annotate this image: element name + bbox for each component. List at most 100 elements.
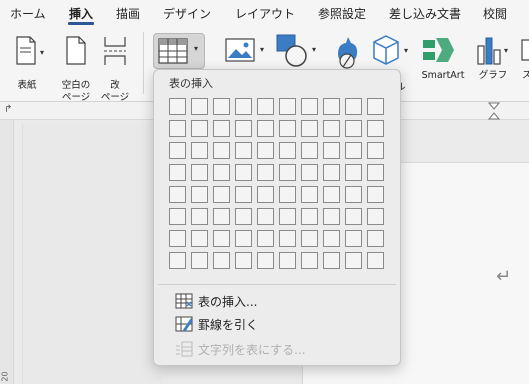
table-grid-cell[interactable] — [345, 186, 362, 203]
table-grid-cell[interactable] — [213, 252, 230, 269]
table-grid-cell[interactable] — [213, 98, 230, 115]
table-grid-cell[interactable] — [345, 164, 362, 181]
table-grid-cell[interactable] — [323, 164, 340, 181]
table-grid-cell[interactable] — [279, 208, 296, 225]
table-grid-cell[interactable] — [279, 164, 296, 181]
table-grid-cell[interactable] — [235, 164, 252, 181]
tab-insert[interactable]: 挿入 — [69, 5, 93, 22]
table-grid-cell[interactable] — [235, 230, 252, 247]
cover-page-button[interactable]: ▾ 表紙 — [10, 36, 46, 94]
table-grid-cell[interactable] — [367, 98, 384, 115]
table-size-grid[interactable] — [169, 98, 384, 269]
table-grid-cell[interactable] — [169, 120, 186, 137]
table-grid-cell[interactable] — [323, 186, 340, 203]
table-grid-cell[interactable] — [367, 252, 384, 269]
tab-home[interactable]: ホーム — [10, 5, 46, 22]
table-grid-cell[interactable] — [367, 142, 384, 159]
table-grid-cell[interactable] — [169, 98, 186, 115]
table-grid-cell[interactable] — [279, 142, 296, 159]
table-grid-cell[interactable] — [191, 98, 208, 115]
table-grid-cell[interactable] — [257, 98, 274, 115]
table-grid-cell[interactable] — [257, 252, 274, 269]
table-grid-cell[interactable] — [191, 186, 208, 203]
table-grid-cell[interactable] — [235, 142, 252, 159]
tab-references[interactable]: 参照設定 — [318, 5, 366, 22]
chart-button[interactable]: ▾ グラフ — [472, 34, 516, 86]
table-grid-cell[interactable] — [345, 120, 362, 137]
blank-page-button[interactable]: 空白の ページ — [58, 36, 94, 103]
table-grid-cell[interactable] — [235, 252, 252, 269]
table-grid-cell[interactable] — [345, 98, 362, 115]
table-grid-cell[interactable] — [301, 120, 318, 137]
table-grid-cell[interactable] — [301, 186, 318, 203]
table-grid-cell[interactable] — [279, 98, 296, 115]
table-grid-cell[interactable] — [257, 120, 274, 137]
table-grid-cell[interactable] — [169, 164, 186, 181]
table-grid-cell[interactable] — [257, 186, 274, 203]
convert-text-to-table-menu-item[interactable]: 文字列を表にする... — [174, 339, 306, 359]
table-grid-cell[interactable] — [301, 252, 318, 269]
draw-table-menu-item[interactable]: 罫線を引く — [174, 314, 258, 334]
table-grid-cell[interactable] — [191, 208, 208, 225]
table-grid-cell[interactable] — [213, 186, 230, 203]
table-grid-cell[interactable] — [257, 164, 274, 181]
table-grid-cell[interactable] — [257, 142, 274, 159]
table-grid-cell[interactable] — [279, 186, 296, 203]
table-grid-cell[interactable] — [213, 120, 230, 137]
table-grid-cell[interactable] — [301, 142, 318, 159]
table-grid-cell[interactable] — [235, 120, 252, 137]
table-grid-cell[interactable] — [191, 120, 208, 137]
table-grid-cell[interactable] — [345, 208, 362, 225]
table-grid-cell[interactable] — [169, 230, 186, 247]
table-grid-cell[interactable] — [323, 142, 340, 159]
partial-button[interactable]: ス — [520, 36, 529, 86]
table-grid-cell[interactable] — [279, 120, 296, 137]
table-grid-cell[interactable] — [301, 208, 318, 225]
table-grid-cell[interactable] — [191, 164, 208, 181]
table-grid-cell[interactable] — [213, 164, 230, 181]
table-grid-cell[interactable] — [367, 164, 384, 181]
table-grid-cell[interactable] — [169, 252, 186, 269]
table-grid-cell[interactable] — [367, 186, 384, 203]
tab-review[interactable]: 校閲 — [483, 5, 507, 22]
table-grid-cell[interactable] — [367, 230, 384, 247]
table-grid-cell[interactable] — [367, 120, 384, 137]
table-grid-cell[interactable] — [235, 186, 252, 203]
table-grid-cell[interactable] — [279, 230, 296, 247]
table-grid-cell[interactable] — [191, 252, 208, 269]
table-grid-cell[interactable] — [301, 164, 318, 181]
table-grid-cell[interactable] — [257, 230, 274, 247]
table-grid-cell[interactable] — [367, 208, 384, 225]
table-grid-cell[interactable] — [345, 230, 362, 247]
table-grid-cell[interactable] — [169, 208, 186, 225]
tab-draw[interactable]: 描画 — [116, 5, 140, 22]
table-grid-cell[interactable] — [235, 98, 252, 115]
table-grid-cell[interactable] — [213, 208, 230, 225]
table-grid-cell[interactable] — [279, 252, 296, 269]
table-grid-cell[interactable] — [191, 142, 208, 159]
tab-mailings[interactable]: 差し込み文書 — [389, 5, 461, 22]
tab-layout[interactable]: レイアウト — [235, 5, 295, 22]
page-break-button[interactable]: 改 ページ — [97, 36, 133, 103]
table-grid-cell[interactable] — [301, 98, 318, 115]
tab-design[interactable]: デザイン — [163, 5, 211, 22]
table-grid-cell[interactable] — [169, 186, 186, 203]
table-grid-cell[interactable] — [323, 98, 340, 115]
table-grid-cell[interactable] — [235, 208, 252, 225]
table-grid-cell[interactable] — [323, 208, 340, 225]
table-button[interactable]: ▾ — [153, 33, 205, 69]
table-grid-cell[interactable] — [191, 230, 208, 247]
table-grid-cell[interactable] — [345, 142, 362, 159]
table-grid-cell[interactable] — [323, 120, 340, 137]
tab-stop-icon[interactable]: ↱ — [4, 104, 12, 115]
table-grid-cell[interactable] — [213, 230, 230, 247]
table-grid-cell[interactable] — [323, 230, 340, 247]
table-grid-cell[interactable] — [257, 208, 274, 225]
table-grid-cell[interactable] — [323, 252, 340, 269]
smartart-button[interactable]: SmartArt — [418, 36, 468, 86]
indent-marker-icon[interactable] — [488, 102, 500, 120]
table-grid-cell[interactable] — [301, 230, 318, 247]
table-grid-cell[interactable] — [345, 252, 362, 269]
table-grid-cell[interactable] — [169, 142, 186, 159]
table-grid-cell[interactable] — [213, 142, 230, 159]
